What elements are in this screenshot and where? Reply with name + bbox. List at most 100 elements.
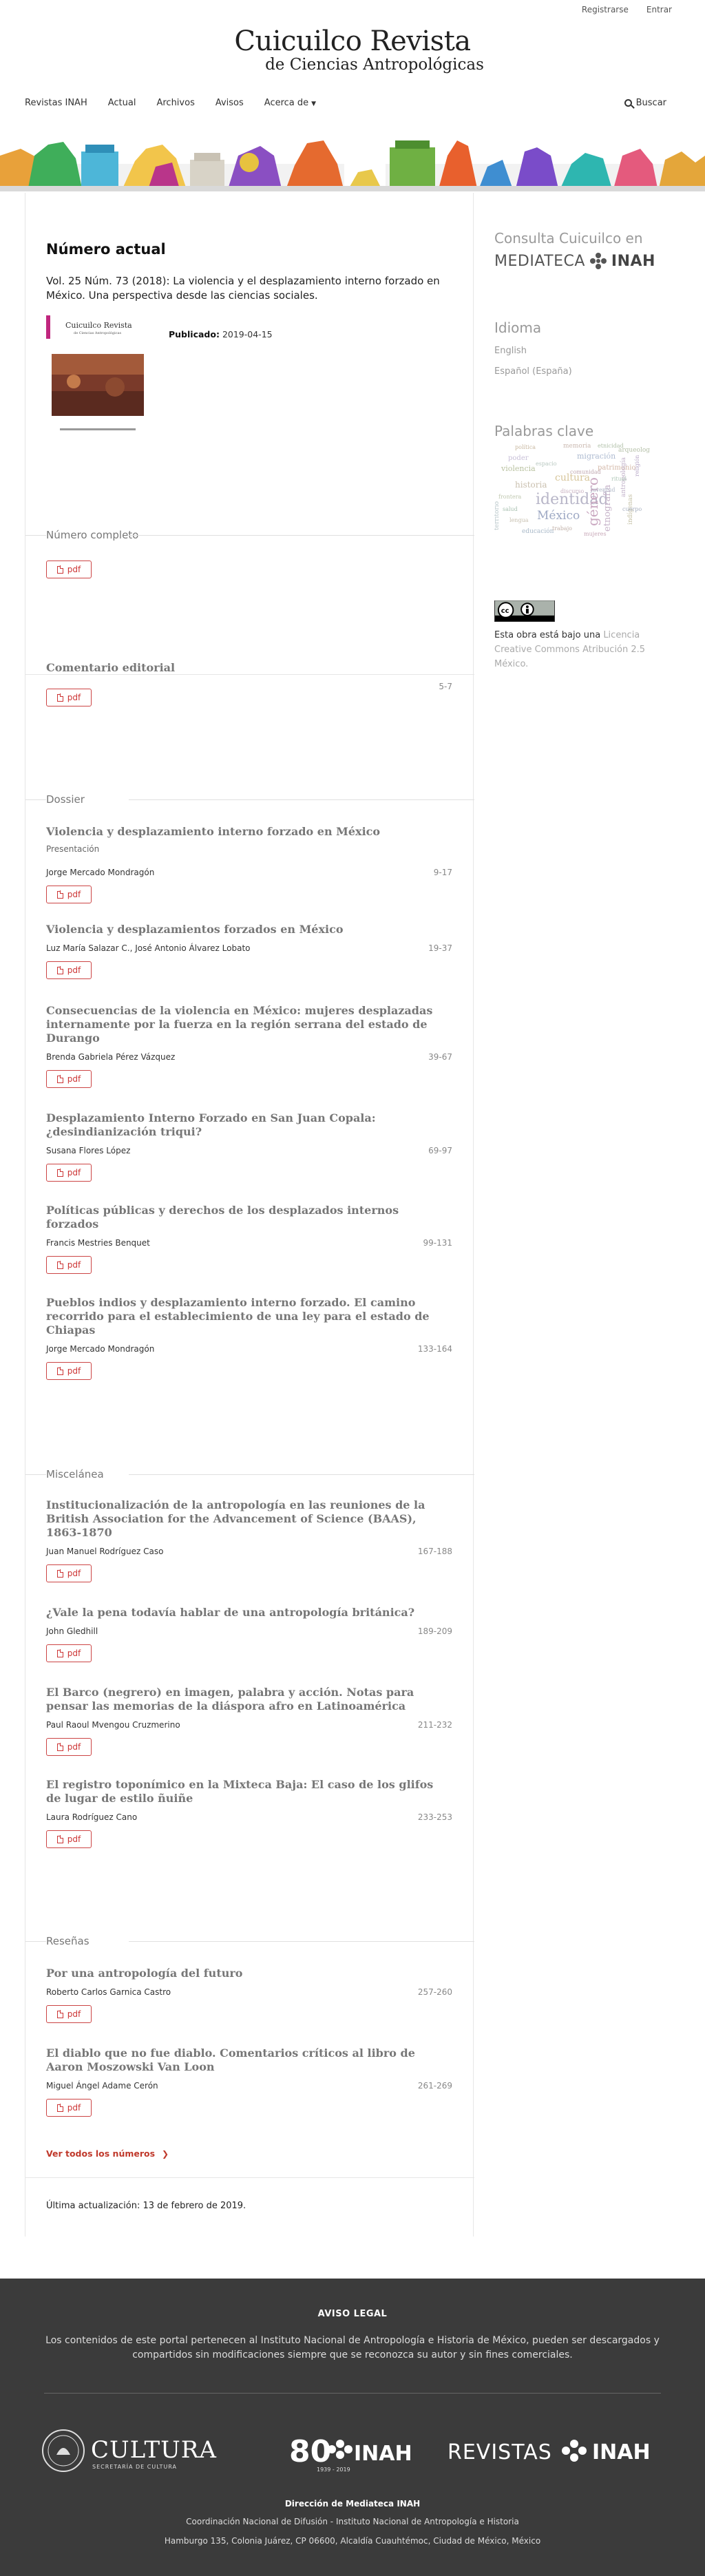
pdf-label: pdf bbox=[67, 2009, 81, 2019]
section-title: Miscelánea bbox=[46, 1468, 109, 1480]
article-authors: Paul Raoul Mvengou Cruzmerino bbox=[46, 1720, 180, 1730]
revistas-inah-word: INAH bbox=[592, 2440, 651, 2464]
article-title[interactable]: Institucionalización de la antropología … bbox=[46, 1498, 445, 1540]
keyword: mujeres bbox=[584, 531, 607, 537]
article-title[interactable]: Pueblos indios y desplazamiento interno … bbox=[46, 1296, 445, 1337]
keyword: violencia bbox=[501, 464, 536, 473]
pdf-button-full-issue[interactable]: pdf bbox=[46, 561, 92, 578]
pdf-button[interactable]: pdf bbox=[46, 1164, 92, 1182]
pdf-button[interactable]: pdf bbox=[46, 1256, 92, 1274]
article-authors: Juan Manuel Rodríguez Caso bbox=[46, 1547, 164, 1556]
file-pdf-icon bbox=[56, 1261, 64, 1269]
article-title[interactable]: Violencia y desplazamientos forzados en … bbox=[46, 923, 445, 936]
nav-archivos[interactable]: Archivos bbox=[156, 98, 194, 108]
license-intro: Esta obra está bajo una bbox=[494, 630, 601, 640]
pdf-button[interactable]: pdf bbox=[46, 1070, 92, 1088]
issue-cover[interactable]: Cuicuilco Revista de Ciencias Antropológ… bbox=[46, 315, 149, 437]
article-authors: Brenda Gabriela Pérez Vázquez bbox=[46, 1052, 176, 1062]
site-footer: AVISO LEGAL Los contenidos de este porta… bbox=[0, 2279, 705, 2576]
keyword: migración bbox=[577, 452, 615, 461]
file-pdf-icon bbox=[56, 1169, 64, 1177]
article-pages: 39-67 bbox=[428, 1052, 452, 1062]
section-title: Número completo bbox=[46, 529, 145, 541]
pdf-button[interactable]: pdf bbox=[46, 1738, 92, 1756]
section-resenas: Reseñas bbox=[25, 1935, 474, 1949]
site-logo[interactable]: Cuicuilco Revista de Ciencias Antropológ… bbox=[0, 26, 705, 73]
keyword: espacio bbox=[536, 461, 557, 467]
pdf-label: pdf bbox=[67, 1260, 81, 1270]
keyword: juventud bbox=[590, 487, 615, 493]
nav-avisos[interactable]: Avisos bbox=[215, 98, 244, 108]
pdf-label: pdf bbox=[67, 2103, 81, 2113]
creative-commons-badge[interactable]: cc bbox=[494, 600, 555, 622]
footer-coordinacion: Coordinación Nacional de Difusión - Inst… bbox=[186, 2517, 519, 2526]
keyword: patrimonio bbox=[598, 464, 636, 472]
pdf-label: pdf bbox=[67, 1648, 81, 1658]
pdf-button[interactable]: pdf bbox=[46, 961, 92, 979]
footer-logo-strip: CULTURA SECRETARÍA DE CULTURA 80 INAH 19… bbox=[42, 2429, 651, 2473]
keyword: educación bbox=[522, 527, 554, 535]
article-title[interactable]: El diablo que no fue diablo. Comentarios… bbox=[46, 2046, 445, 2074]
nav-acerca-de[interactable]: Acerca de ▼ bbox=[264, 98, 316, 108]
published-label: Publicado: bbox=[169, 329, 220, 339]
keyword: ritual bbox=[611, 476, 627, 482]
article-authors: John Gledhill bbox=[46, 1626, 98, 1636]
file-pdf-icon bbox=[56, 2104, 64, 2112]
keyword: cuerpo bbox=[622, 506, 642, 512]
article-title[interactable]: El Barco (negrero) en imagen, palabra y … bbox=[46, 1686, 445, 1713]
pdf-button[interactable]: pdf bbox=[46, 2099, 92, 2117]
language-spanish[interactable]: Español (España) bbox=[494, 366, 572, 377]
pdf-button[interactable]: pdf bbox=[46, 2005, 92, 2023]
article-authors: Susana Flores López bbox=[46, 1146, 131, 1155]
article-title[interactable]: Desplazamiento Interno Forzado en San Ju… bbox=[46, 1111, 445, 1139]
article-authors: Miguel Ángel Adame Cerón bbox=[46, 2081, 158, 2091]
article-pages: 257-260 bbox=[417, 1987, 452, 1997]
pdf-label: pdf bbox=[67, 693, 81, 702]
pdf-button[interactable]: pdf bbox=[46, 1564, 92, 1582]
article-pages: 69-97 bbox=[428, 1146, 452, 1155]
pdf-label: pdf bbox=[67, 1569, 81, 1578]
article-authors: Jorge Mercado Mondragón bbox=[46, 868, 155, 877]
article-title[interactable]: Consecuencias de la violencia en México:… bbox=[46, 1004, 445, 1045]
keyword-cloud: identidad México género cultura etnograf… bbox=[494, 443, 650, 537]
mediateca-inah-logo[interactable]: MEDIATECA INAH bbox=[494, 252, 655, 270]
login-link[interactable]: Entrar bbox=[646, 5, 672, 14]
pdf-button[interactable]: pdf bbox=[46, 1644, 92, 1662]
article-pages: 261-269 bbox=[417, 2081, 452, 2091]
cc-by-icon: cc bbox=[495, 600, 554, 622]
article-title[interactable]: El registro toponímico en la Mixteca Baj… bbox=[46, 1778, 445, 1805]
pdf-button-editorial[interactable]: pdf bbox=[46, 689, 92, 706]
footer-title: AVISO LEGAL bbox=[317, 2309, 388, 2319]
file-pdf-icon bbox=[56, 693, 64, 702]
view-all-issues-label: Ver todos los números bbox=[46, 2148, 156, 2159]
view-all-issues-link[interactable]: Ver todos los números ❯ bbox=[46, 2148, 169, 2159]
last-update: Última actualización: 13 de febrero de 2… bbox=[46, 2201, 246, 2211]
issue-title[interactable]: Vol. 25 Núm. 73 (2018): La violencia y e… bbox=[46, 274, 452, 303]
footer-divider bbox=[44, 2393, 661, 2394]
article-title[interactable]: ¿Vale la pena todavía hablar de una antr… bbox=[46, 1606, 445, 1620]
pdf-button[interactable]: pdf bbox=[46, 886, 92, 903]
pdf-button[interactable]: pdf bbox=[46, 1830, 92, 1848]
article-title[interactable]: Por una antropología del futuro bbox=[46, 1967, 445, 1980]
sidebar: Consulta Cuicuilco en MEDIATECA INAH Idi… bbox=[474, 193, 680, 2237]
cultura-logo: CULTURA SECRETARÍA DE CULTURA bbox=[42, 2429, 216, 2472]
revistas-word: REVISTAS bbox=[448, 2440, 552, 2464]
keyword: territorio bbox=[494, 501, 501, 530]
search-link[interactable]: Buscar bbox=[624, 98, 666, 108]
inah80-years: 1939 - 2019 bbox=[317, 2467, 350, 2473]
keyword: religión bbox=[634, 455, 640, 477]
register-link[interactable]: Registrarse bbox=[582, 5, 629, 14]
keyword: comunidad bbox=[570, 469, 601, 475]
pdf-button[interactable]: pdf bbox=[46, 1362, 92, 1380]
sidebar-language-title: Idioma bbox=[494, 320, 542, 336]
section-miscelanea: Miscelánea bbox=[25, 1468, 474, 1482]
site-title-line1: Cuicuilco Revista bbox=[234, 25, 471, 57]
nav-actual[interactable]: Actual bbox=[108, 98, 136, 108]
nav-revistas-inah[interactable]: Revistas INAH bbox=[25, 98, 87, 108]
file-pdf-icon bbox=[56, 565, 64, 574]
article-title[interactable]: Políticas públicas y derechos de los des… bbox=[46, 1204, 445, 1231]
keyword: poder bbox=[508, 454, 529, 462]
article-title-editorial[interactable]: Comentario editorial bbox=[46, 661, 445, 675]
language-english[interactable]: English bbox=[494, 346, 527, 356]
article-title[interactable]: Violencia y desplazamiento interno forza… bbox=[46, 825, 445, 839]
